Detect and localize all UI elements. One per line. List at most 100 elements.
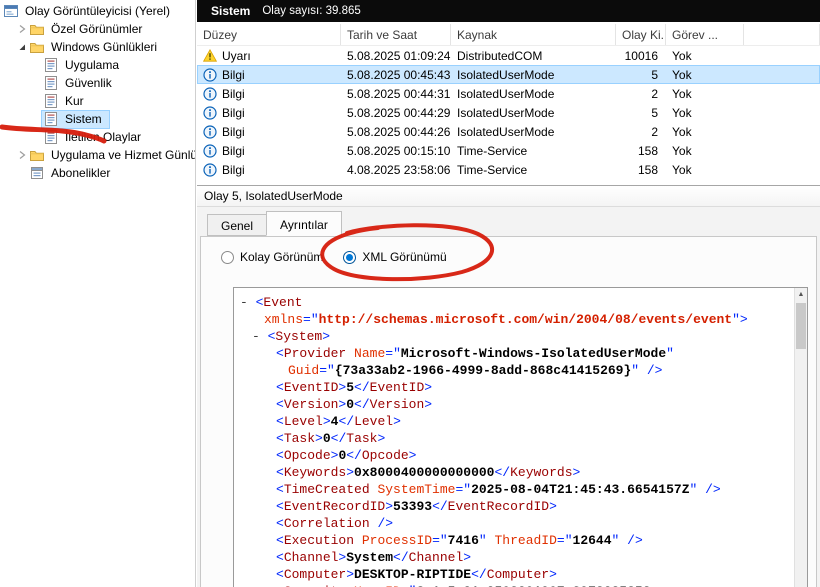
xml-token: Version xyxy=(369,397,425,412)
sidebar-item-kur[interactable]: Kur xyxy=(0,92,195,110)
chevron-right-icon[interactable] xyxy=(16,23,28,35)
xml-line: <Provider Name="Microsoft-Windows-Isolat… xyxy=(234,345,794,362)
xml-token: Channel xyxy=(283,550,339,565)
sidebar-item-sistem[interactable]: Sistem xyxy=(0,109,195,129)
view-options: Kolay Görünüm XML Görünümü xyxy=(221,250,467,264)
xml-line: <Correlation /> xyxy=(234,515,794,532)
xml-token: > xyxy=(424,380,433,395)
xml-line: <EventID>5</EventID> xyxy=(234,379,794,396)
tab-genel[interactable]: Genel xyxy=(207,214,268,236)
radio-xml-gorunumu[interactable]: XML Görünümü xyxy=(343,250,447,264)
cell-datetime: 5.08.2025 00:45:43 xyxy=(347,67,451,82)
xml-token: Level xyxy=(283,414,323,429)
xml-token: xmlns xyxy=(264,312,304,327)
xml-token: 0 xyxy=(322,431,331,446)
table-row[interactable]: Bilgi 4.08.2025 23:58:06 Time-Service 158 Yo… xyxy=(197,160,820,179)
table-header: Düzey Tarih ve Saat Kaynak Olay Ki... Görev … xyxy=(197,24,820,46)
xml-token: > xyxy=(346,567,355,582)
tree-item-content: Uygulama ve Hizmet Günlükleri xyxy=(28,147,195,164)
xml-line: <Opcode>0</Opcode> xyxy=(234,447,794,464)
column-header-kaynak[interactable]: Kaynak xyxy=(451,24,616,45)
xml-token: Channel xyxy=(408,550,464,565)
xml-view: - <Event xmlns="http://schemas.microsoft.… xyxy=(233,287,808,587)
tree-item-content: Windows Günlükleri xyxy=(28,39,164,56)
sidebar-root-label: Olay Görüntüleyicisi (Yerel) xyxy=(25,4,170,18)
xml-token: ThreadID xyxy=(494,533,557,548)
column-header-tarih-ve-saat[interactable]: Tarih ve Saat xyxy=(341,24,451,45)
subscriptions-icon xyxy=(29,165,45,181)
column-header-olay-ki[interactable]: Olay Ki... xyxy=(616,24,666,45)
radio-kolay-gorunum[interactable]: Kolay Görünüm xyxy=(221,250,323,264)
details-tabs: Genel Ayrıntılar xyxy=(207,211,342,239)
scrollbar-thumb[interactable] xyxy=(796,303,806,349)
cell-datetime: 5.08.2025 00:44:26 xyxy=(347,124,451,139)
column-header-gorev[interactable]: Görev ... xyxy=(666,24,744,45)
sidebar-item-guvenlik[interactable]: Güvenlik xyxy=(0,74,195,92)
xml-token: EventID xyxy=(283,380,339,395)
table-row[interactable]: Bilgi 5.08.2025 00:44:26 IsolatedUserMode 2… xyxy=(197,122,820,141)
column-header-duzey[interactable]: Düzey xyxy=(197,24,341,45)
xml-token: Execution xyxy=(283,533,355,548)
table-row[interactable]: Bilgi 5.08.2025 00:44:31 IsolatedUserMode 2… xyxy=(197,84,820,103)
radio-unselected-icon[interactable] xyxy=(221,250,234,264)
xml-token: "> xyxy=(732,312,748,327)
xml-line: <Execution ProcessID="7416" ThreadID="12… xyxy=(234,532,794,549)
sidebar-root-item[interactable]: Olay Görüntüleyicisi (Yerel) xyxy=(0,2,195,20)
cell-level: Bilgi xyxy=(197,65,341,84)
xml-token: " /> xyxy=(689,482,721,497)
warning-icon xyxy=(203,49,217,63)
xml-token: </ xyxy=(354,380,370,395)
sidebar-item-label: Uygulama xyxy=(65,58,120,72)
table-row[interactable]: Uyarı 5.08.2025 01:09:24 DistributedCOM 100… xyxy=(197,46,820,65)
xml-token: < xyxy=(276,533,284,548)
table-row[interactable]: Bilgi 5.08.2025 00:15:10 Time-Service 158 Yo… xyxy=(197,141,820,160)
sidebar-item-iletilen-olaylar[interactable]: İletilen Olaylar xyxy=(0,128,195,146)
level-label: Bilgi xyxy=(222,124,245,139)
cell-task-category: Yok xyxy=(672,67,692,82)
radio-selected-icon[interactable] xyxy=(343,250,357,264)
cell-level: Bilgi xyxy=(197,103,341,122)
xml-token: =" xyxy=(385,346,401,361)
table-row[interactable]: Bilgi 5.08.2025 00:45:43 IsolatedUserMode 5… xyxy=(197,65,820,84)
sidebar-item-uygulama-ve-hizmet-gunlukleri[interactable]: Uygulama ve Hizmet Günlükleri xyxy=(0,146,195,164)
sidebar-item-label: Kur xyxy=(65,94,84,108)
table-row[interactable]: Bilgi 5.08.2025 00:44:29 IsolatedUserMode 5… xyxy=(197,103,820,122)
log-icon xyxy=(43,111,59,127)
xml-token: Task xyxy=(283,431,316,446)
xml-token: " xyxy=(666,346,674,361)
xml-collapse-toggle[interactable]: - xyxy=(252,329,268,344)
cell-source: DistributedCOM xyxy=(457,48,543,63)
folder-icon xyxy=(29,39,45,55)
xml-token: Opcode xyxy=(283,448,331,463)
info-icon xyxy=(203,105,217,120)
tree-item-content: İletilen Olaylar xyxy=(42,129,148,146)
details-tab-panel: Kolay Görünüm XML Görünümü - <Event xmlns=… xyxy=(200,236,817,587)
xml-token: 7416 xyxy=(447,533,479,548)
chevron-down-icon[interactable] xyxy=(16,41,28,53)
xml-token: Task xyxy=(346,431,378,446)
sidebar-item-abonelikler[interactable]: Abonelikler xyxy=(0,164,195,182)
xml-token: > xyxy=(572,465,581,480)
chevron-right-icon[interactable] xyxy=(16,149,28,161)
xml-token: =" xyxy=(432,533,448,548)
xml-token: > xyxy=(346,465,355,480)
details-title-bar: Olay 5, IsolatedUserMode xyxy=(197,186,820,207)
xml-token: =" xyxy=(455,482,472,497)
xml-token: Computer xyxy=(486,567,550,582)
sidebar-item-uygulama[interactable]: Uygulama xyxy=(0,56,195,74)
xml-token: < xyxy=(276,465,284,480)
tab-ayrintilar[interactable]: Ayrıntılar xyxy=(266,211,342,236)
list-title: Sistem xyxy=(211,4,251,18)
xml-collapse-toggle[interactable]: - xyxy=(240,295,256,310)
info-icon xyxy=(203,143,217,158)
sidebar-item-windows-gunlukleri[interactable]: Windows Günlükleri xyxy=(0,38,195,56)
xml-scrollbar[interactable]: ▲ xyxy=(794,288,807,587)
xml-line: <Level>4</Level> xyxy=(234,413,794,430)
sidebar-item-ozel-gorunumler[interactable]: Özel Görünümler xyxy=(0,20,195,38)
event-viewer-icon xyxy=(3,3,19,19)
xml-token: > xyxy=(385,499,394,514)
xml-token: 5 xyxy=(346,380,355,395)
scroll-up-icon[interactable]: ▲ xyxy=(795,288,807,301)
